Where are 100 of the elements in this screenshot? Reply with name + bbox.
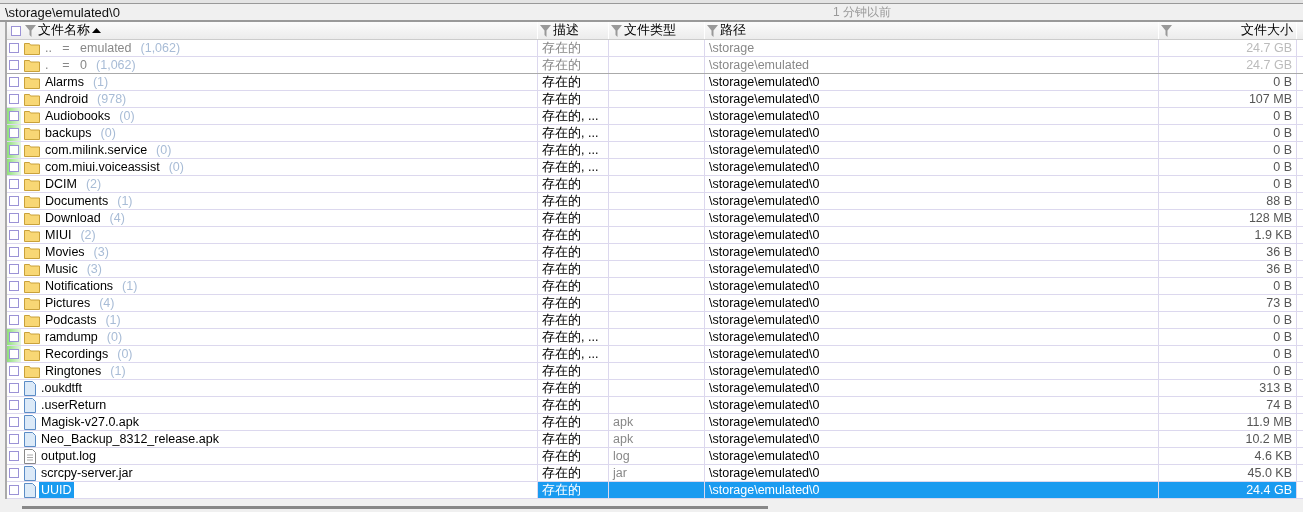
- file-row[interactable]: Movies (3) 存在的 \storage\emulated\0 36 B: [7, 244, 1303, 261]
- horizontal-scrollbar[interactable]: [22, 506, 768, 509]
- size-cell: 0 B: [1159, 176, 1297, 192]
- file-name: Pictures: [44, 295, 92, 311]
- file-name: com.miui.voiceassist: [44, 159, 161, 175]
- size-cell: 74 B: [1159, 397, 1297, 413]
- file-row[interactable]: backups (0) 存在的, ... \storage\emulated\0 0 B: [7, 125, 1303, 142]
- column-header[interactable]: 描述: [538, 22, 609, 39]
- description-cell: 存在的: [538, 193, 609, 209]
- file-row[interactable]: Ringtones (1) 存在的 \storage\emulated\0 0 B: [7, 363, 1303, 380]
- checkbox[interactable]: [9, 434, 19, 444]
- file-row[interactable]: Music (3) 存在的 \storage\emulated\0 36 B: [7, 261, 1303, 278]
- path-cell: \storage\emulated\0: [705, 108, 1159, 124]
- checkbox[interactable]: [9, 145, 19, 155]
- file-row[interactable]: Documents (1) 存在的 \storage\emulated\0 88 B: [7, 193, 1303, 210]
- file-name: Download: [44, 210, 102, 226]
- file-name: Notifications: [44, 278, 115, 294]
- file-name: .oukdtft: [40, 380, 83, 396]
- file-row[interactable]: .oukdtft 存在的 \storage\emulated\0 313 B: [7, 380, 1303, 397]
- description-cell: 存在的: [538, 176, 609, 192]
- file-name: Audiobooks: [44, 108, 112, 124]
- checkbox[interactable]: [9, 468, 19, 478]
- file-row[interactable]: Audiobooks (0) 存在的, ... \storage\emulated\0 0 B: [7, 108, 1303, 125]
- checkbox[interactable]: [9, 128, 19, 138]
- description-cell: 存在的, ...: [538, 329, 609, 345]
- checkbox[interactable]: [9, 349, 19, 359]
- checkbox[interactable]: [9, 247, 19, 257]
- checkbox[interactable]: [9, 400, 19, 410]
- column-header[interactable]: 文件名称: [7, 22, 538, 39]
- refresh-time: 1 分钟以前: [833, 3, 891, 21]
- file-icon: [24, 414, 36, 430]
- file-name: MIUI: [44, 227, 73, 243]
- column-header[interactable]: 路径: [705, 22, 1159, 39]
- checkbox[interactable]: [9, 332, 19, 342]
- column-header[interactable]: 文件类型: [609, 22, 705, 39]
- checkbox[interactable]: [9, 383, 19, 393]
- file-row[interactable]: ramdump (0) 存在的, ... \storage\emulated\0 0 B: [7, 329, 1303, 346]
- current-path: \storage\emulated\0: [5, 4, 121, 20]
- checkbox[interactable]: [9, 485, 19, 495]
- file-row[interactable]: Alarms (1) 存在的 \storage\emulated\0 0 B: [7, 74, 1303, 91]
- file-row[interactable]: MIUI (2) 存在的 \storage\emulated\0 1.9 KB: [7, 227, 1303, 244]
- checkbox[interactable]: [9, 315, 19, 325]
- size-cell: 10.2 MB: [1159, 431, 1297, 447]
- checkbox[interactable]: [9, 179, 19, 189]
- checkbox[interactable]: [11, 25, 21, 36]
- file-row[interactable]: DCIM (2) 存在的 \storage\emulated\0 0 B: [7, 176, 1303, 193]
- checkbox[interactable]: [9, 417, 19, 427]
- file-row[interactable]: com.miui.voiceassist (0) 存在的, ... \storage\emulated\0 0 B: [7, 159, 1303, 176]
- description-cell: 存在的, ...: [538, 142, 609, 158]
- file-row[interactable]: output.log 存在的 log \storage\emulated\0 4.6 KB: [7, 448, 1303, 465]
- file-name: Music: [44, 261, 79, 277]
- filter-icon[interactable]: [611, 24, 622, 37]
- file-row[interactable]: Recordings (0) 存在的, ... \storage\emulated\0 0 B: [7, 346, 1303, 363]
- filter-icon[interactable]: [1161, 24, 1172, 37]
- path-cell: \storage\emulated\0: [705, 210, 1159, 226]
- checkbox[interactable]: [9, 264, 19, 274]
- checkbox[interactable]: [9, 451, 19, 461]
- file-row[interactable]: Magisk-v27.0.apk 存在的 apk \storage\emulated\0 11.9 MB: [7, 414, 1303, 431]
- file-row[interactable]: .userReturn 存在的 \storage\emulated\0 74 B: [7, 397, 1303, 414]
- path-cell: \storage\emulated\0: [705, 465, 1159, 481]
- size-cell: 0 B: [1159, 312, 1297, 328]
- item-count: (4): [99, 296, 115, 310]
- checkbox[interactable]: [9, 43, 19, 53]
- file-row[interactable]: .. = emulated (1,062) 存在的 \storage 24.7 GB: [7, 40, 1303, 57]
- filter-icon[interactable]: [25, 24, 36, 37]
- checkbox[interactable]: [9, 213, 19, 223]
- checkbox[interactable]: [9, 281, 19, 291]
- size-cell: 73 B: [1159, 295, 1297, 311]
- file-row[interactable]: . = 0 (1,062) 存在的 \storage\emulated 24.7 GB: [7, 57, 1303, 74]
- file-row[interactable]: Pictures (4) 存在的 \storage\emulated\0 73 B: [7, 295, 1303, 312]
- path-cell: \storage\emulated\0: [705, 261, 1159, 277]
- checkbox[interactable]: [9, 230, 19, 240]
- checkbox[interactable]: [9, 111, 19, 121]
- checkbox[interactable]: [9, 298, 19, 308]
- checkbox[interactable]: [9, 77, 19, 87]
- filter-icon[interactable]: [707, 24, 718, 37]
- file-row[interactable]: Notifications (1) 存在的 \storage\emulated\0 0 B: [7, 278, 1303, 295]
- checkbox[interactable]: [9, 60, 19, 70]
- size-cell: 4.6 KB: [1159, 448, 1297, 464]
- checkbox[interactable]: [9, 94, 19, 104]
- size-cell: 0 B: [1159, 108, 1297, 124]
- checkbox[interactable]: [9, 196, 19, 206]
- checkbox[interactable]: [9, 366, 19, 376]
- file-name: . = 0: [44, 57, 89, 73]
- file-row[interactable]: Podcasts (1) 存在的 \storage\emulated\0 0 B: [7, 312, 1303, 329]
- file-name: .. = emulated: [44, 40, 133, 56]
- description-cell: 存在的: [538, 431, 609, 447]
- file-row[interactable]: Android (978) 存在的 \storage\emulated\0 107 MB: [7, 91, 1303, 108]
- file-row[interactable]: Download (4) 存在的 \storage\emulated\0 128 MB: [7, 210, 1303, 227]
- file-row[interactable]: com.milink.service (0) 存在的, ... \storage\emulated\0 0 B: [7, 142, 1303, 159]
- description-cell: 存在的: [538, 210, 609, 226]
- type-cell: apk: [609, 431, 705, 447]
- description-cell: 存在的: [538, 40, 609, 56]
- item-count: (1): [92, 75, 109, 89]
- item-count: (0): [119, 109, 135, 123]
- size-cell: 36 B: [1159, 244, 1297, 260]
- file-name: com.milink.service: [44, 142, 149, 158]
- filter-icon[interactable]: [540, 24, 551, 37]
- path-cell: \storage\emulated\0: [705, 176, 1159, 192]
- checkbox[interactable]: [9, 162, 19, 172]
